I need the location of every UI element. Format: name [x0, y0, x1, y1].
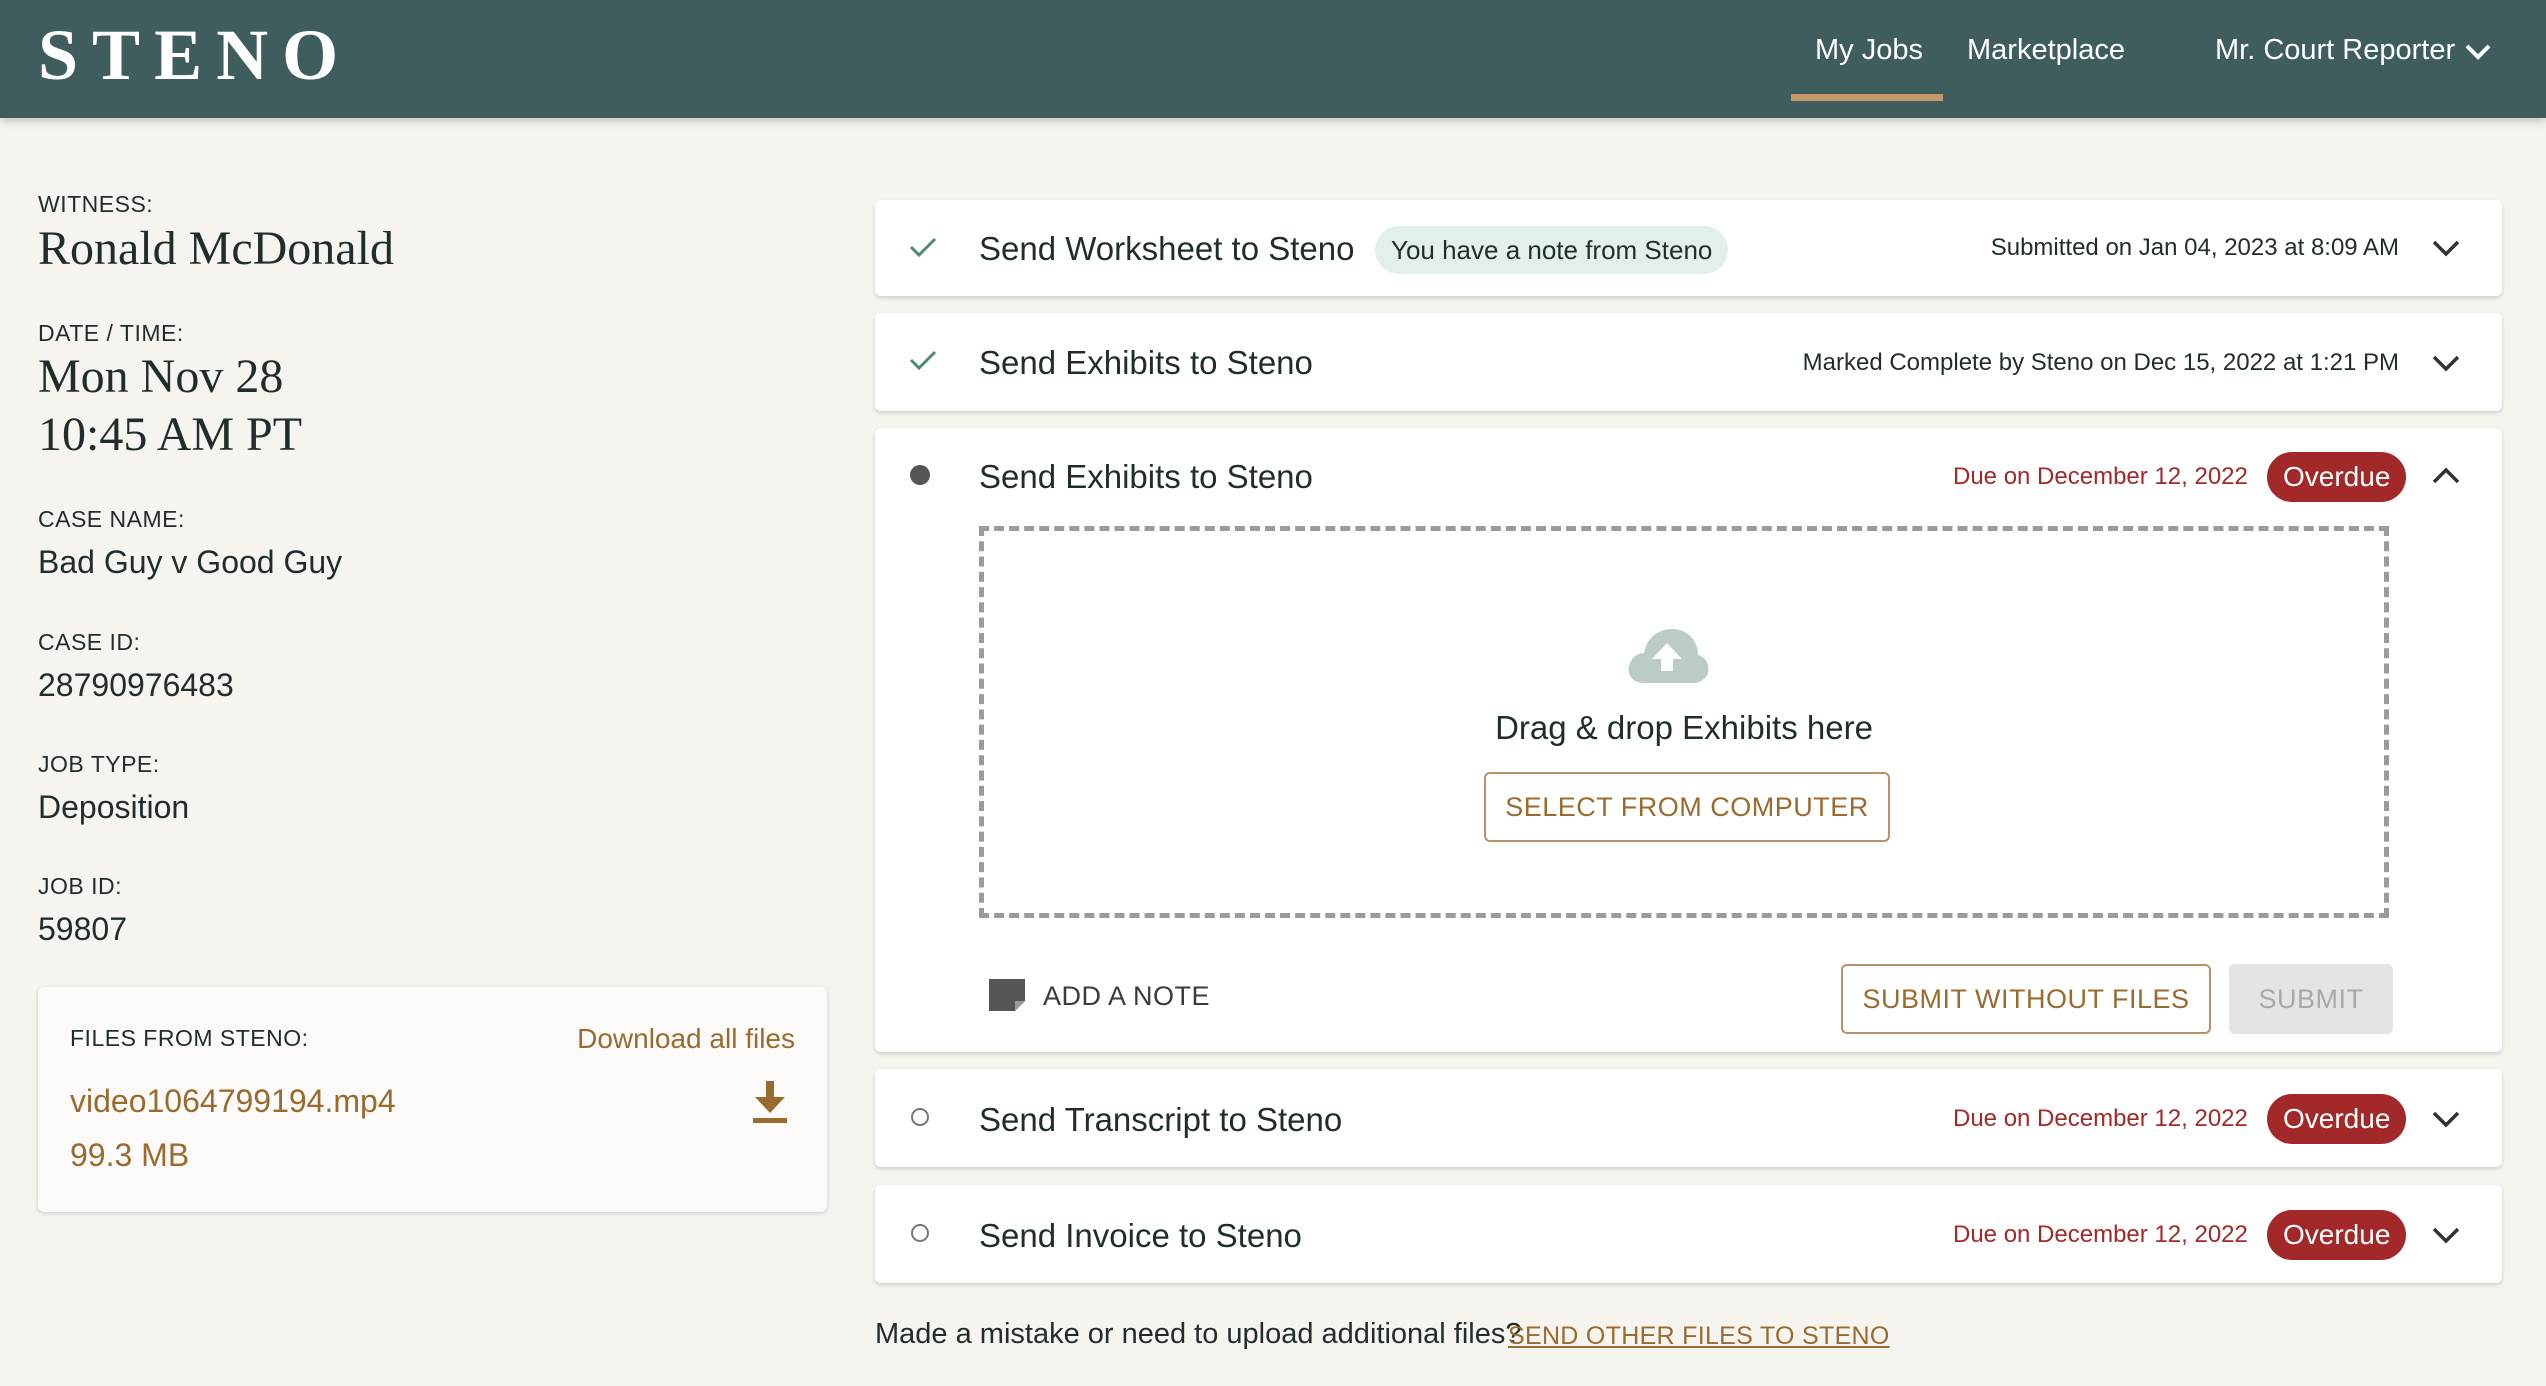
steno-logo[interactable]: STENO [38, 14, 352, 97]
task-title: Send Transcript to Steno [979, 1101, 1343, 1138]
exhibits-dropzone[interactable]: Drag & drop Exhibits here SELECT FROM CO… [979, 526, 2389, 918]
job-time: 10:45 AM PT [38, 408, 303, 461]
task-due-date: Due on December 12, 2022 [1953, 1105, 2248, 1132]
job-type-label: JOB TYPE: [38, 751, 160, 777]
chevron-down-icon[interactable] [2431, 353, 2461, 373]
download-all-files-link[interactable]: Download all files [577, 1023, 795, 1055]
case-id-label: CASE ID: [38, 629, 141, 655]
job-id: 59807 [38, 911, 127, 947]
files-label: FILES FROM STENO: [70, 1025, 309, 1051]
datetime-label: DATE / TIME: [38, 320, 184, 346]
overdue-badge: Overdue [2267, 1210, 2407, 1260]
job-id-label: JOB ID: [38, 873, 123, 899]
task-due-date: Due on December 12, 2022 [1953, 463, 2248, 490]
dropzone-text: Drag & drop Exhibits here [1495, 709, 1873, 746]
files-from-steno-card: FILES FROM STENO: Download all files vid… [38, 987, 827, 1212]
active-nav-indicator [1791, 94, 1943, 101]
user-menu[interactable]: Mr. Court Reporter [2215, 34, 2455, 67]
nav-my-jobs[interactable]: My Jobs [1815, 34, 1923, 67]
overdue-badge: Overdue [2267, 452, 2407, 502]
empty-circle-icon [911, 1224, 929, 1242]
job-date: Mon Nov 28 [38, 350, 284, 403]
cloud-upload-icon [1628, 629, 1709, 683]
case-name: Bad Guy v Good Guy [38, 544, 343, 580]
bullet-icon [910, 465, 930, 485]
task-submitted-meta: Submitted on Jan 04, 2023 at 8:09 AM [1990, 234, 2399, 261]
witness-label: WITNESS: [38, 191, 154, 217]
chevron-down-icon[interactable] [2464, 42, 2492, 62]
note-icon[interactable] [989, 979, 1025, 1011]
task-title: Send Worksheet to Steno [979, 230, 1355, 267]
add-note-button[interactable]: ADD A NOTE [1043, 981, 1210, 1012]
task-card-invoice[interactable]: Send Invoice to Steno Due on December 12… [875, 1185, 2502, 1283]
submit-without-files-button[interactable]: SUBMIT WITHOUT FILES [1841, 964, 2211, 1034]
case-name-label: CASE NAME: [38, 506, 185, 532]
task-complete-meta: Marked Complete by Steno on Dec 15, 2022… [1802, 349, 2399, 376]
footer-question: Made a mistake or need to upload additio… [875, 1318, 1522, 1350]
task-card-worksheet[interactable]: Send Worksheet to Steno You have a note … [875, 200, 2502, 296]
nav-marketplace[interactable]: Marketplace [1967, 34, 2125, 67]
top-navbar: STENO My Jobs Marketplace Mr. Court Repo… [0, 0, 2546, 118]
check-icon [909, 350, 937, 371]
task-title: Send Exhibits to Steno [979, 458, 1313, 495]
task-card-exhibits-active: Send Exhibits to Steno Due on December 1… [875, 428, 2502, 1052]
send-other-files-link[interactable]: SEND OTHER FILES TO STENO [1508, 1322, 1890, 1351]
download-icon[interactable] [750, 1079, 790, 1125]
witness-name: Ronald McDonald [38, 222, 394, 275]
job-type: Deposition [38, 789, 190, 825]
overdue-badge: Overdue [2267, 1094, 2407, 1144]
task-card-transcript[interactable]: Send Transcript to Steno Due on December… [875, 1069, 2502, 1167]
file-name-link[interactable]: video1064799194.mp4 [70, 1083, 396, 1120]
task-title: Send Invoice to Steno [979, 1217, 1302, 1254]
chevron-down-icon[interactable] [2431, 238, 2461, 258]
note-from-steno-chip[interactable]: You have a note from Steno [1375, 226, 1729, 274]
task-title: Send Exhibits to Steno [979, 344, 1313, 381]
file-size: 99.3 MB [70, 1137, 190, 1173]
check-icon [909, 237, 937, 258]
chevron-down-icon[interactable] [2431, 1109, 2461, 1129]
chevron-up-icon[interactable] [2431, 466, 2461, 486]
select-from-computer-button[interactable]: SELECT FROM COMPUTER [1484, 772, 1890, 842]
chevron-down-icon[interactable] [2431, 1225, 2461, 1245]
task-due-date: Due on December 12, 2022 [1953, 1221, 2248, 1248]
task-card-exhibits-complete[interactable]: Send Exhibits to Steno Marked Complete b… [875, 313, 2502, 411]
empty-circle-icon [911, 1108, 929, 1126]
case-id: 28790976483 [38, 667, 234, 703]
submit-button[interactable]: SUBMIT [2229, 964, 2393, 1034]
